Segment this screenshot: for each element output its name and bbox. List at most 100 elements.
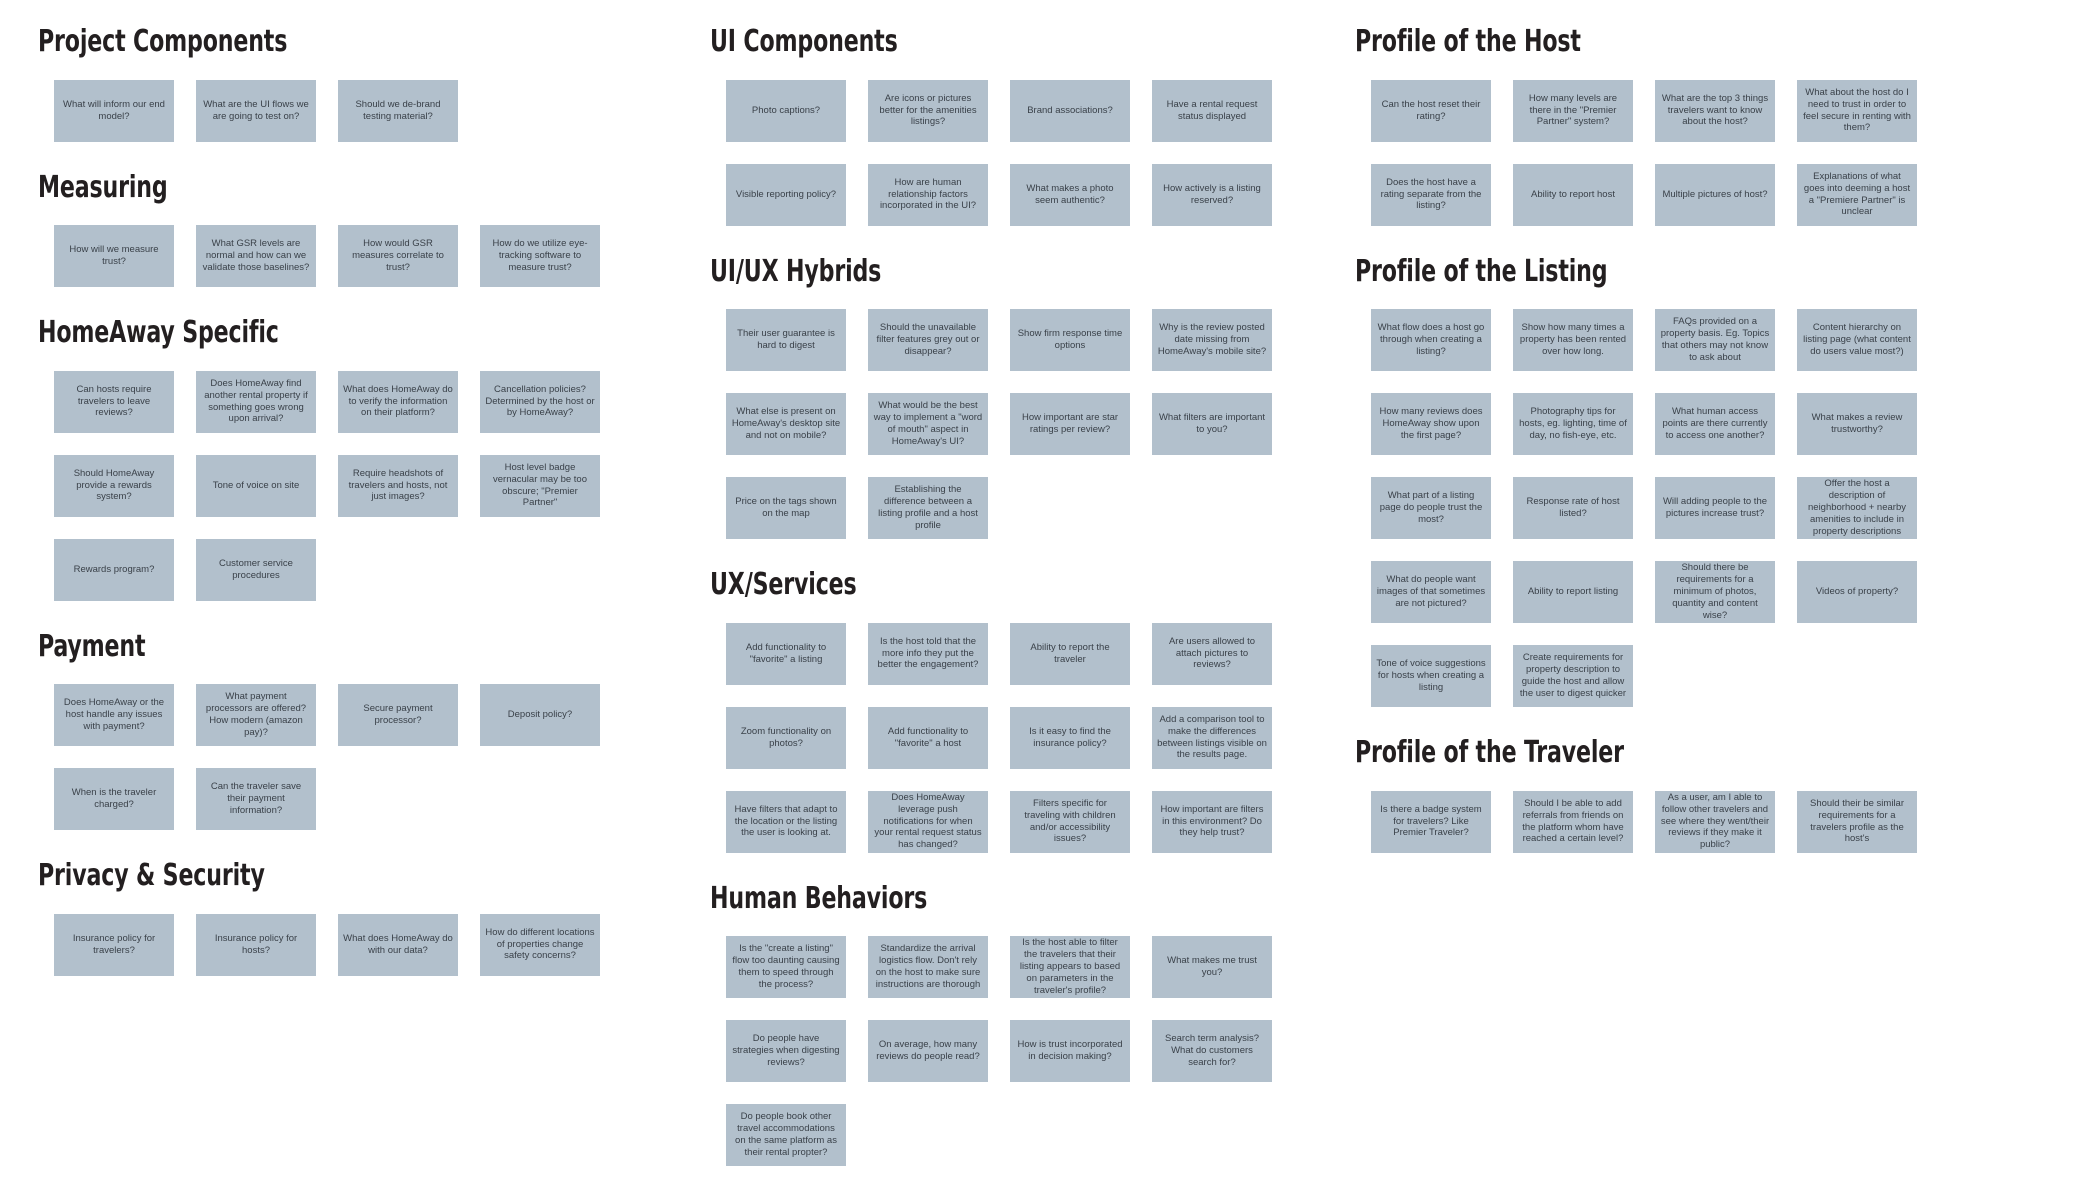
question-card[interactable]: Can hosts require travelers to leave rev… xyxy=(54,370,174,433)
question-card[interactable]: What are the top 3 things travelers want… xyxy=(1655,79,1775,142)
question-card[interactable]: Should we de-brand testing material? xyxy=(338,79,458,142)
question-card[interactable]: Is the "create a listing" flow too daunt… xyxy=(726,936,846,998)
question-card[interactable]: Filters specific for traveling with chil… xyxy=(1010,790,1130,853)
question-card[interactable]: Insurance policy for hosts? xyxy=(196,913,316,976)
question-card[interactable]: What does HomeAway do to verify the info… xyxy=(338,370,458,433)
question-card[interactable]: Content hierarchy on listing page (what … xyxy=(1797,309,1917,371)
question-card[interactable]: What human access points are there curre… xyxy=(1655,393,1775,455)
question-card[interactable]: Is there a badge system for travelers? L… xyxy=(1371,790,1491,853)
question-card[interactable]: Price on the tags shown on the map xyxy=(726,477,846,539)
question-card[interactable]: Search term analysis? What do customers … xyxy=(1152,1020,1272,1082)
question-card[interactable]: What payment processors are offered? How… xyxy=(196,684,316,746)
question-card[interactable]: Insurance policy for travelers? xyxy=(54,913,174,976)
question-card[interactable]: Tone of voice on site xyxy=(196,454,316,517)
question-card[interactable]: Show firm response time options xyxy=(1010,309,1130,371)
question-card[interactable]: How many reviews does HomeAway show upon… xyxy=(1371,393,1491,455)
question-card[interactable]: Response rate of host listed? xyxy=(1513,477,1633,539)
question-card[interactable]: What makes a review trustworthy? xyxy=(1797,393,1917,455)
question-card[interactable]: Photography tips for hosts, eg. lighting… xyxy=(1513,393,1633,455)
question-card[interactable]: Are users allowed to attach pictures to … xyxy=(1152,622,1272,685)
question-card[interactable]: Does HomeAway or the host handle any iss… xyxy=(54,684,174,746)
question-card[interactable]: How important are star ratings per revie… xyxy=(1010,393,1130,455)
question-card[interactable]: How many levels are there in the "Premie… xyxy=(1513,79,1633,142)
question-card[interactable]: Establishing the difference between a li… xyxy=(868,477,988,539)
question-card[interactable]: Does HomeAway find another rental proper… xyxy=(196,370,316,433)
question-card-text: Do people have strategies when digesting… xyxy=(732,1033,840,1068)
question-card[interactable]: How actively is a listing reserved? xyxy=(1152,163,1272,226)
question-card[interactable]: How important are filters in this enviro… xyxy=(1152,790,1272,853)
question-card[interactable]: Is the host told that the more info they… xyxy=(868,622,988,685)
question-card[interactable]: As a user, am I able to follow other tra… xyxy=(1655,790,1775,853)
question-card[interactable]: Can the traveler save their payment info… xyxy=(196,768,316,830)
question-card[interactable]: Secure payment processor? xyxy=(338,684,458,746)
question-card[interactable]: Their user guarantee is hard to digest xyxy=(726,309,846,371)
question-card[interactable]: What do people want images of that somet… xyxy=(1371,561,1491,623)
question-card[interactable]: What flow does a host go through when cr… xyxy=(1371,309,1491,371)
question-card[interactable]: Are icons or pictures better for the ame… xyxy=(868,79,988,142)
question-card[interactable]: Should I be able to add referrals from f… xyxy=(1513,790,1633,853)
question-card-text: How will we measure trust? xyxy=(69,244,159,267)
question-card[interactable]: What part of a listing page do people tr… xyxy=(1371,477,1491,539)
question-card[interactable]: What does HomeAway do with our data? xyxy=(338,913,458,976)
question-card[interactable]: What GSR levels are normal and how can w… xyxy=(196,225,316,287)
question-card[interactable]: How would GSR measures correlate to trus… xyxy=(338,225,458,287)
question-card[interactable]: What are the UI flows we are going to te… xyxy=(196,79,316,142)
question-card[interactable]: Standardize the arrival logistics flow. … xyxy=(868,936,988,998)
question-card[interactable]: Does HomeAway leverage push notification… xyxy=(868,790,988,853)
question-card[interactable]: Multiple pictures of host? xyxy=(1655,163,1775,226)
question-card[interactable]: Deposit policy? xyxy=(480,684,600,746)
question-card[interactable]: Require headshots of travelers and hosts… xyxy=(338,454,458,517)
question-card[interactable]: Visible reporting policy? xyxy=(726,163,846,226)
question-card[interactable]: What about the host do I need to trust i… xyxy=(1797,79,1917,142)
question-card[interactable]: What else is present on HomeAway's deskt… xyxy=(726,393,846,455)
question-card[interactable]: Will adding people to the pictures incre… xyxy=(1655,477,1775,539)
question-card[interactable]: Ability to report host xyxy=(1513,163,1633,226)
question-card[interactable]: Why is the review posted date missing fr… xyxy=(1152,309,1272,371)
question-card[interactable]: Rewards program? xyxy=(54,538,174,601)
question-card[interactable]: Ability to report the traveler xyxy=(1010,622,1130,685)
question-card[interactable]: Photo captions? xyxy=(726,79,846,142)
question-card[interactable]: Offer the host a description of neighbor… xyxy=(1797,477,1917,539)
question-card[interactable]: Should their be similar requirements for… xyxy=(1797,790,1917,853)
question-card[interactable]: How is trust incorporated in decision ma… xyxy=(1010,1020,1130,1082)
question-card[interactable]: Create requirements for property descrip… xyxy=(1513,645,1633,707)
section-title-ux-services: UX/Services xyxy=(710,567,857,602)
question-card[interactable]: FAQs provided on a property basis. Eg. T… xyxy=(1655,309,1775,371)
question-card[interactable]: What makes a photo seem authentic? xyxy=(1010,163,1130,226)
question-card[interactable]: Do people have strategies when digesting… xyxy=(726,1020,846,1082)
question-card[interactable]: Can the host reset their rating? xyxy=(1371,79,1491,142)
question-card[interactable]: How will we measure trust? xyxy=(54,225,174,287)
question-card[interactable]: Does the host have a rating separate fro… xyxy=(1371,163,1491,226)
question-card-text: Brand associations? xyxy=(1027,104,1113,116)
question-card[interactable]: Add functionality to "favorite" a host xyxy=(868,706,988,769)
question-card[interactable]: What filters are important to you? xyxy=(1152,393,1272,455)
question-card[interactable]: Add functionality to "favorite" a listin… xyxy=(726,622,846,685)
question-card[interactable]: How do we utilize eye-tracking software … xyxy=(480,225,600,287)
question-card[interactable]: Is it easy to find the insurance policy? xyxy=(1010,706,1130,769)
question-card[interactable]: Cancellation policies? Determined by the… xyxy=(480,370,600,433)
question-card[interactable]: Brand associations? xyxy=(1010,79,1130,142)
question-card[interactable]: Should there be requirements for a minim… xyxy=(1655,561,1775,623)
question-card[interactable]: Add a comparison tool to make the differ… xyxy=(1152,706,1272,769)
question-card[interactable]: On average, how many reviews do people r… xyxy=(868,1020,988,1082)
question-card[interactable]: Have a rental request status displayed xyxy=(1152,79,1272,142)
question-card[interactable]: Host level badge vernacular may be too o… xyxy=(480,454,600,517)
question-card[interactable]: What makes me trust you? xyxy=(1152,936,1272,998)
question-card[interactable]: Should the unavailable filter features g… xyxy=(868,309,988,371)
question-card[interactable]: How do different locations of properties… xyxy=(480,913,600,976)
question-card[interactable]: When is the traveler charged? xyxy=(54,768,174,830)
question-card[interactable]: Explanations of what goes into deeming a… xyxy=(1797,163,1917,226)
question-card[interactable]: Videos of property? xyxy=(1797,561,1917,623)
question-card[interactable]: Should HomeAway provide a rewards system… xyxy=(54,454,174,517)
question-card[interactable]: Do people book other travel accommodatio… xyxy=(726,1104,846,1166)
question-card[interactable]: Customer service procedures xyxy=(196,538,316,601)
question-card[interactable]: Have filters that adapt to the location … xyxy=(726,790,846,853)
question-card[interactable]: Tone of voice suggestions for hosts when… xyxy=(1371,645,1491,707)
question-card[interactable]: Ability to report listing xyxy=(1513,561,1633,623)
question-card[interactable]: What would be the best way to implement … xyxy=(868,393,988,455)
question-card[interactable]: Is the host able to filter the travelers… xyxy=(1010,936,1130,998)
question-card[interactable]: How are human relationship factors incor… xyxy=(868,163,988,226)
question-card[interactable]: Zoom functionality on photos? xyxy=(726,706,846,769)
question-card[interactable]: What will inform our end model? xyxy=(54,79,174,142)
question-card[interactable]: Show how many times a property has been … xyxy=(1513,309,1633,371)
